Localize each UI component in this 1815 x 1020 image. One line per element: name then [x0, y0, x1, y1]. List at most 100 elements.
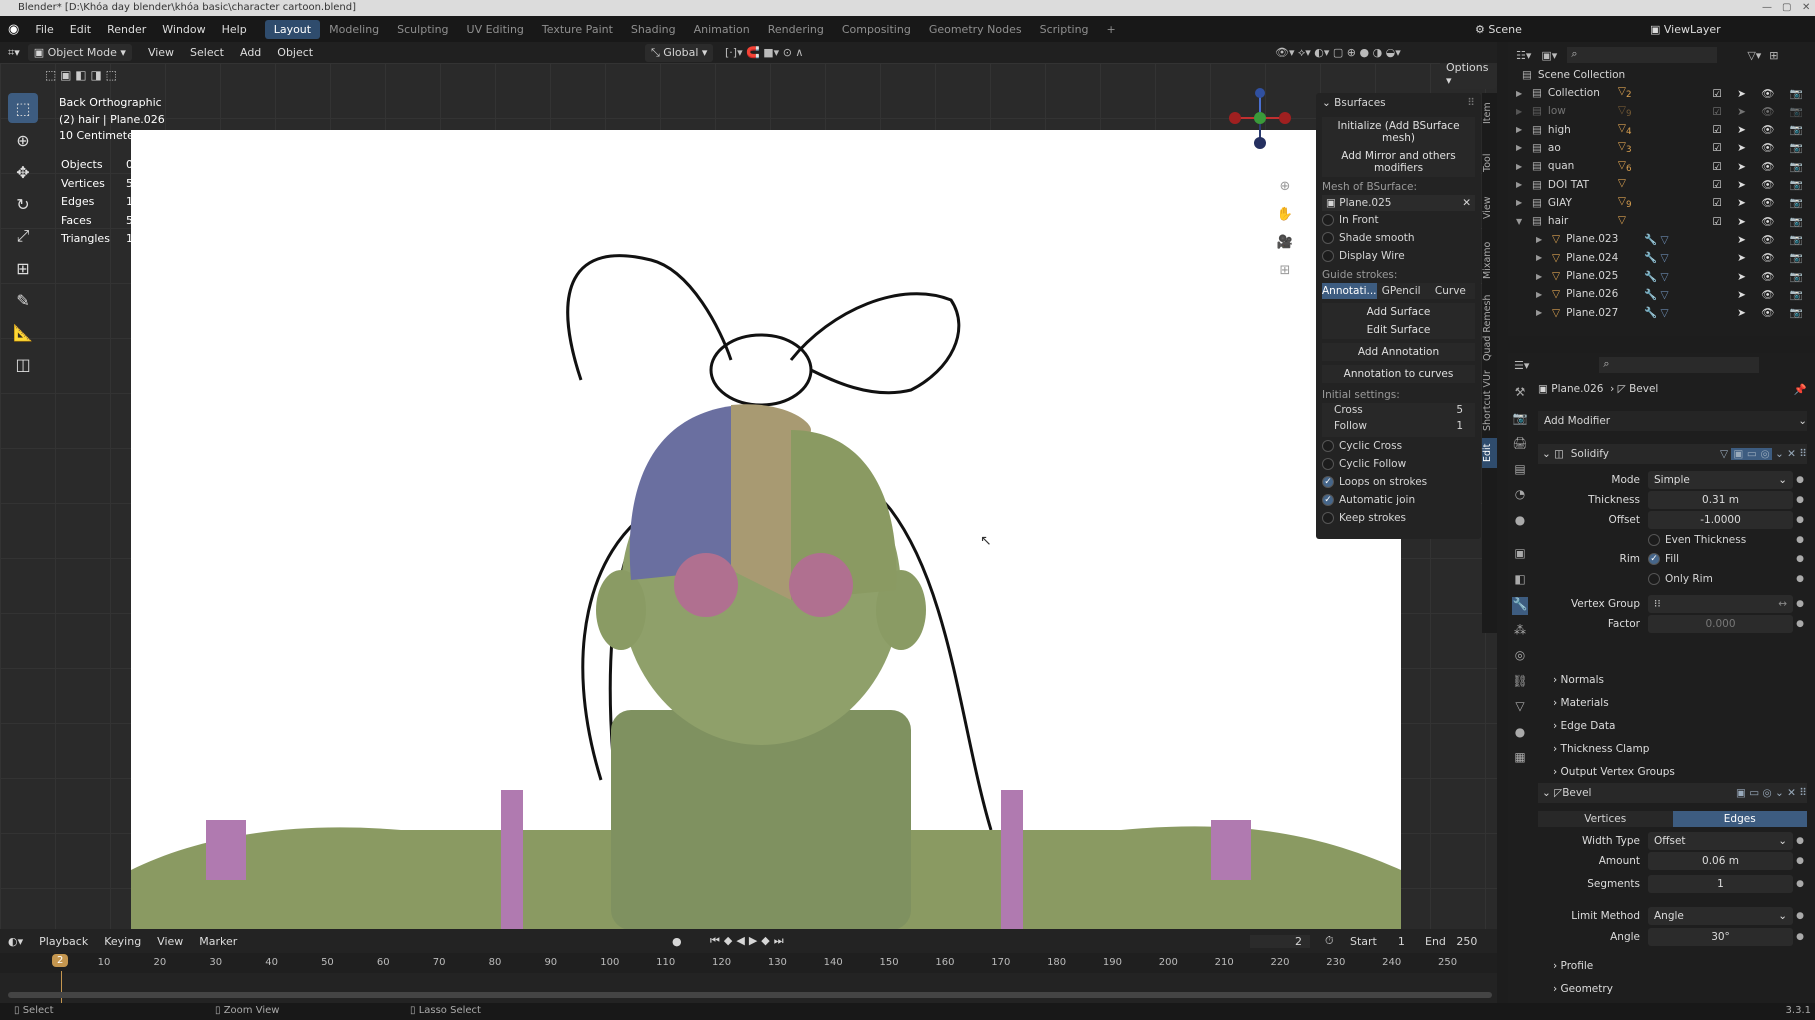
playhead[interactable]: 2	[52, 954, 69, 967]
timeline-scrollbar[interactable]	[8, 992, 1492, 998]
physics-properties-icon[interactable]: ◎	[1512, 648, 1528, 666]
width-type-input[interactable]: Offset ⌄	[1648, 832, 1793, 850]
viewport-menu-object[interactable]: Object	[269, 46, 321, 59]
sidebar-tab-tool[interactable]: Tool	[1482, 143, 1497, 183]
world-properties-icon[interactable]: ●	[1512, 513, 1528, 531]
timeline-menu-marker[interactable]: Marker	[191, 935, 245, 948]
cursor-tool-icon[interactable]: ⊕	[8, 125, 38, 155]
current-frame-field[interactable]: 2	[1250, 934, 1310, 948]
end-frame-field[interactable]: End 250	[1425, 935, 1477, 948]
workspace-tab[interactable]: Geometry Nodes	[920, 20, 1031, 39]
clear-icon[interactable]: ✕	[1462, 197, 1471, 209]
checkbox-keep-strokes[interactable]: Keep strokes	[1322, 509, 1475, 527]
tab-edges[interactable]: Edges	[1672, 811, 1807, 827]
guide-tab[interactable]: Annotati...	[1322, 283, 1377, 299]
annotate-tool-icon[interactable]: ✎	[8, 285, 38, 315]
initialize-button[interactable]: Initialize (Add BSurface mesh)	[1322, 117, 1475, 147]
editor-type-icon[interactable]: ☰▾	[1514, 359, 1529, 372]
add-modifier-dropdown[interactable]: Add Modifier ⌄	[1538, 411, 1807, 431]
only-rim-checkbox[interactable]: Only Rim	[1648, 570, 1793, 588]
subpanel-geometry[interactable]: › Geometry	[1553, 983, 1613, 995]
keyframe-dot-icon[interactable]: ●	[1793, 574, 1807, 584]
outliner-row[interactable]: ▶ ▤ DOI TAT ▽ ☑ ➤ 👁 📷	[1508, 176, 1815, 194]
collapsed-arrow-icon[interactable]: ▶	[1516, 89, 1528, 98]
view-layer-selector[interactable]: ▣ ViewLayer	[1650, 23, 1721, 36]
factor-input[interactable]: 0.000	[1648, 615, 1793, 633]
visibility-toggles[interactable]: ➤ 👁 📷	[1737, 233, 1809, 246]
keyframe-dot-icon[interactable]: ●	[1793, 856, 1807, 866]
particles-properties-icon[interactable]: ⁂	[1512, 623, 1528, 641]
outliner-row[interactable]: ▶ ▤ high ▽4 ☑ ➤ 👁 📷	[1508, 121, 1815, 139]
object-properties-icon[interactable]: ◧	[1512, 572, 1528, 590]
orientation-dropdown[interactable]: ⤡ Global ▾	[645, 43, 714, 62]
sidebar-tab-view[interactable]: View	[1482, 188, 1497, 228]
modifier-wrench-icon[interactable]: 🔧 ▽	[1644, 270, 1669, 283]
workspace-tab[interactable]: Modeling	[320, 20, 388, 39]
cross-field[interactable]: Cross 5	[1334, 404, 1463, 420]
checkbox-cyclic-follow[interactable]: Cyclic Follow	[1322, 455, 1475, 473]
visibility-toggles[interactable]: ☑ ➤ 👁 📷	[1712, 123, 1809, 136]
outliner-row[interactable]: ▶ ▽ Plane.027 🔧 ▽ ➤ 👁 📷	[1508, 304, 1815, 322]
keyframe-dot-icon[interactable]: ●	[1793, 599, 1807, 609]
view-layer-properties-icon[interactable]: ▤	[1512, 462, 1528, 480]
modifier-toggle-icons[interactable]: ▽ ▣ ▭ ◎ ⌄ ✕ ⠿	[1720, 448, 1807, 460]
modifier-toggle-icons[interactable]: ▣ ▭ ◎ ⌄ ✕ ⠿	[1736, 787, 1807, 799]
thickness-input[interactable]: 0.31 m	[1648, 491, 1793, 509]
frame-ruler[interactable]: 10 20 30 40 50 60 70 80 90 100 110 120 130 140 150 160 1…	[0, 953, 1497, 973]
sidebar-tab-item[interactable]: Item	[1482, 93, 1497, 133]
visibility-toggles[interactable]: ☑ ➤ 👁 📷	[1712, 87, 1809, 100]
workspace-tab[interactable]: Rendering	[759, 20, 833, 39]
visibility-toggles[interactable]: ☑ ➤ 👁 📷	[1712, 196, 1809, 209]
subpanel-profile[interactable]: › Profile	[1553, 960, 1593, 972]
outliner-row[interactable]: ▶ ▽ Plane.026 🔧 ▽ ➤ 👁 📷	[1508, 285, 1815, 303]
collapsed-arrow-icon[interactable]: ▶	[1516, 198, 1528, 207]
menu-file[interactable]: File	[27, 23, 61, 36]
workspace-tab[interactable]: Sculpting	[388, 20, 457, 39]
material-properties-icon[interactable]: ●	[1512, 725, 1528, 743]
expanded-arrow-icon[interactable]: ▼	[1516, 217, 1528, 226]
move-tool-icon[interactable]: ✥	[8, 157, 38, 187]
viewport-menu-view[interactable]: View	[140, 46, 182, 59]
visibility-toggles[interactable]: ➤ 👁 📷	[1737, 270, 1809, 283]
collapsed-arrow-icon[interactable]: ▶	[1536, 308, 1548, 317]
render-properties-icon[interactable]: 📷	[1512, 411, 1528, 429]
menu-render[interactable]: Render	[99, 23, 154, 36]
outliner-row[interactable]: ▶ ▤ quan ▽6 ☑ ➤ 👁 📷	[1508, 157, 1815, 175]
keyframe-dot-icon[interactable]: ●	[1793, 911, 1807, 921]
maximize-button[interactable]: ▢	[1782, 0, 1791, 16]
close-button[interactable]: ✕	[1802, 0, 1810, 16]
visibility-toggles[interactable]: ☑ ➤ 👁 📷	[1712, 215, 1809, 228]
pin-icon[interactable]: 📌	[1794, 383, 1807, 396]
viewport-menu-add[interactable]: Add	[232, 46, 269, 59]
workspace-tab[interactable]: Texture Paint	[533, 20, 622, 39]
select-box-tool-icon[interactable]: ⬚	[8, 93, 38, 123]
menu-window[interactable]: Window	[154, 23, 213, 36]
checkbox-cyclic-cross[interactable]: Cyclic Cross	[1322, 437, 1475, 455]
pan-view-icon[interactable]: ✋	[1274, 201, 1296, 229]
add-surface-button[interactable]: Add Surface	[1322, 303, 1475, 321]
tool-properties-icon[interactable]: ⚒	[1512, 385, 1528, 403]
visibility-toggles[interactable]: ☑ ➤ 👁 📷	[1712, 178, 1809, 191]
camera-view-icon[interactable]: 🎥	[1274, 229, 1296, 257]
subpanel-thickness-clamp[interactable]: › Thickness Clamp	[1553, 743, 1649, 755]
editor-type-icon[interactable]: ⌗▾	[8, 46, 20, 60]
add-cube-tool-icon[interactable]: ◫	[8, 349, 38, 379]
edit-surface-button[interactable]: Edit Surface	[1322, 321, 1475, 339]
workspace-tab[interactable]: Animation	[685, 20, 759, 39]
viewport-menu-select[interactable]: Select	[182, 46, 232, 59]
vertex-group-input[interactable]: ⁝⁝ ↔	[1648, 595, 1793, 613]
collapsed-arrow-icon[interactable]: ▶	[1516, 125, 1528, 134]
visibility-toggles[interactable]: ➤ 👁 📷	[1737, 251, 1809, 264]
mesh-field[interactable]: ▣ Plane.025 ✕	[1322, 195, 1475, 211]
checkbox-display-wire[interactable]: Display Wire	[1322, 247, 1475, 265]
navigation-gizmo[interactable]	[1225, 88, 1295, 158]
collapsed-arrow-icon[interactable]: ▶	[1536, 290, 1548, 299]
data-properties-icon[interactable]: ▽	[1512, 699, 1528, 717]
minimize-button[interactable]: —	[1762, 0, 1772, 16]
collapsed-arrow-icon[interactable]: ▶	[1516, 107, 1528, 116]
collapsed-arrow-icon[interactable]: ▶	[1516, 143, 1528, 152]
keyframe-record-icon[interactable]: ●	[672, 935, 682, 948]
scene-properties-icon[interactable]: ◔	[1512, 487, 1528, 505]
checkbox-shade-smooth[interactable]: Shade smooth	[1322, 229, 1475, 247]
filter-icon[interactable]: ▽▾	[1747, 49, 1761, 62]
